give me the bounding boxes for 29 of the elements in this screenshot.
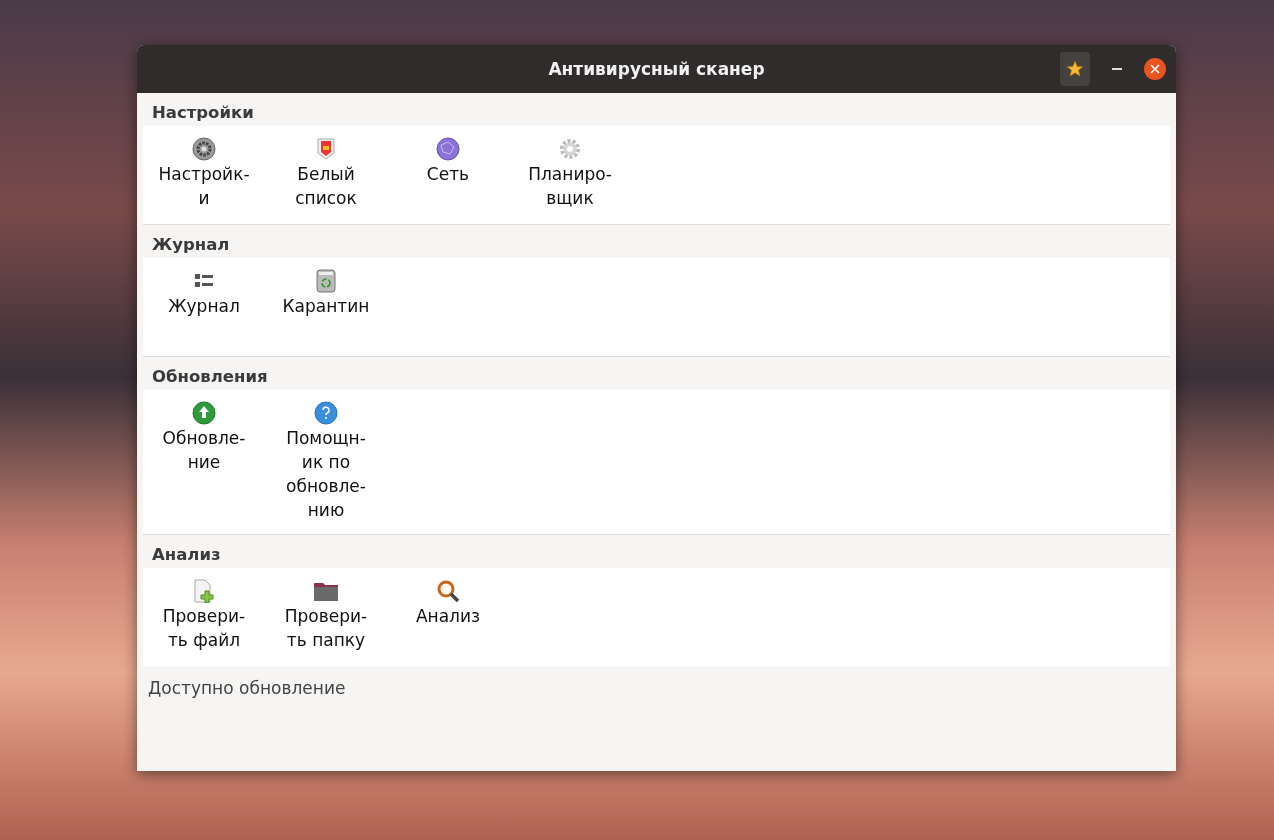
launcher-button[interactable]: Белый список (265, 136, 387, 210)
launcher-button[interactable]: Сеть (387, 136, 509, 186)
star-button[interactable] (1060, 52, 1090, 86)
recycle-bin-icon (316, 269, 336, 293)
section-heading: Настройки (151, 102, 255, 124)
launcher-button[interactable]: Провери- ть папку (265, 578, 387, 652)
help-icon (314, 401, 338, 425)
star-icon (1066, 60, 1084, 78)
list-icon (194, 273, 214, 289)
globe-icon (436, 137, 460, 161)
launcher-button[interactable]: Обновле- ние (143, 400, 265, 474)
launcher-button[interactable]: Анализ (387, 578, 509, 628)
launcher-button[interactable]: Провери- ть файл (143, 578, 265, 652)
launcher-button[interactable]: Помощн- ик по обновле- нию (265, 400, 387, 522)
shield-icon (316, 137, 336, 161)
cog-icon (558, 137, 582, 161)
status-text: Доступно обновление (147, 677, 347, 700)
minimize-icon (1112, 68, 1122, 70)
window-title: Антивирусный сканер (548, 59, 765, 79)
folder-icon (313, 580, 339, 602)
close-button[interactable] (1144, 58, 1166, 80)
file-add-icon (193, 579, 215, 603)
close-icon (1150, 64, 1160, 74)
launcher-button[interactable]: Планиро- вщик (509, 136, 631, 210)
search-icon (436, 579, 460, 603)
launcher-button[interactable]: Журнал (143, 268, 265, 318)
launcher-button[interactable]: Карантин (265, 268, 387, 318)
gear-icon (192, 137, 216, 161)
launcher-button[interactable]: Настройк- и (143, 136, 265, 210)
